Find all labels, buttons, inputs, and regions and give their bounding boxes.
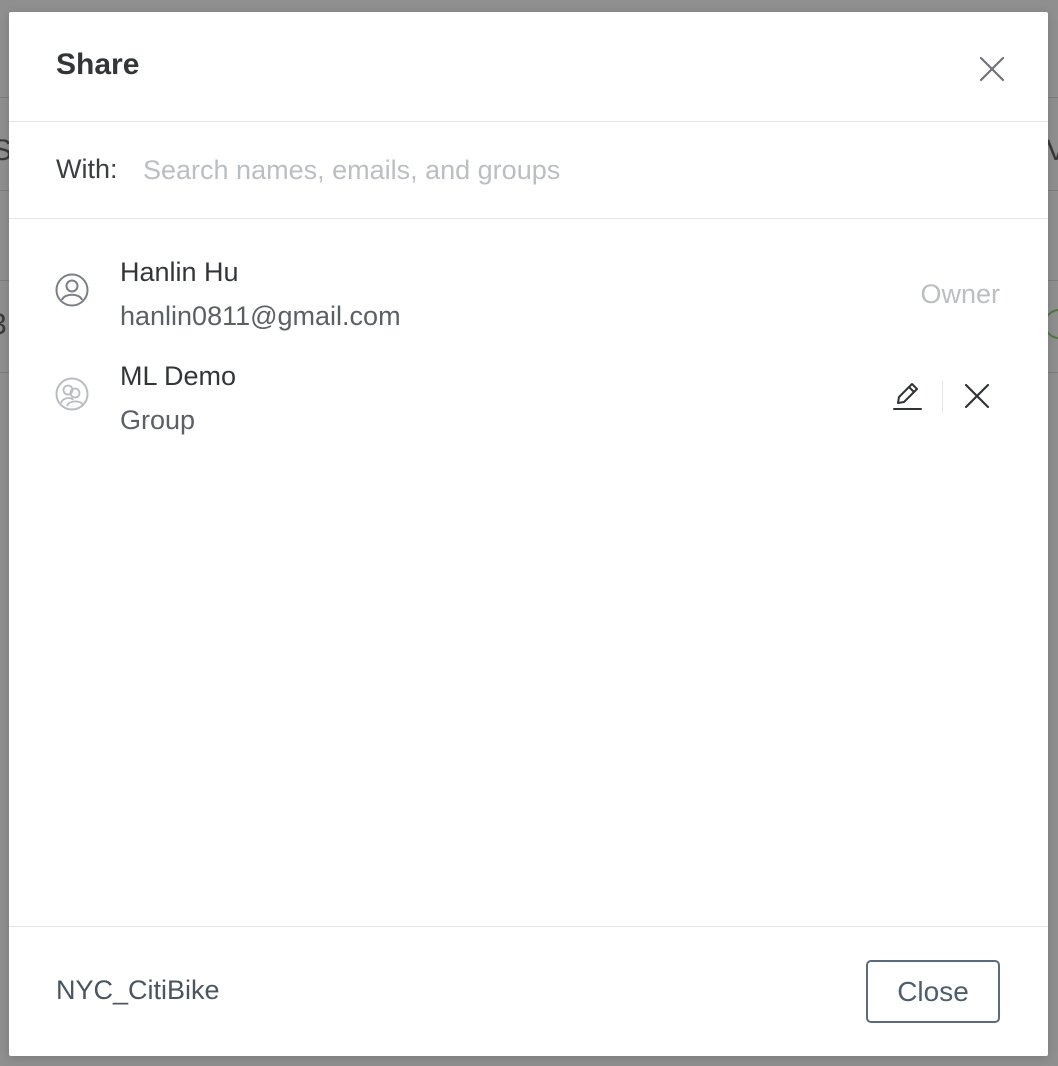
- with-label: With:: [56, 154, 118, 184]
- owner-badge: Owner: [920, 279, 1000, 309]
- member-type: Group: [120, 405, 196, 435]
- close-icon[interactable]: [975, 52, 1009, 86]
- share-dialog: Share With: Hanlin Hu hanlin0811@gmail.c…: [9, 12, 1048, 1056]
- close-button[interactable]: Close: [866, 960, 1000, 1023]
- member-email: hanlin0811@gmail.com: [120, 301, 401, 331]
- dialog-footer: NYC_CitiBike Close: [9, 926, 1048, 1057]
- action-divider: [942, 381, 943, 413]
- member-row-group: ML Demo Group: [9, 361, 1048, 451]
- member-name: ML Demo: [120, 361, 237, 391]
- dialog-header: Share: [9, 12, 1048, 122]
- group-icon: [54, 376, 90, 412]
- user-circle-icon: [54, 272, 90, 308]
- remove-member-icon[interactable]: [960, 379, 994, 413]
- dialog-title: Share: [56, 48, 140, 81]
- edit-icon[interactable]: [890, 378, 926, 414]
- member-name: Hanlin Hu: [120, 257, 239, 287]
- member-row-owner: Hanlin Hu hanlin0811@gmail.com Owner: [9, 257, 1048, 347]
- share-with-row: With:: [9, 122, 1048, 219]
- search-input[interactable]: [140, 148, 1006, 192]
- shared-item-name: NYC_CitiBike: [56, 975, 220, 1005]
